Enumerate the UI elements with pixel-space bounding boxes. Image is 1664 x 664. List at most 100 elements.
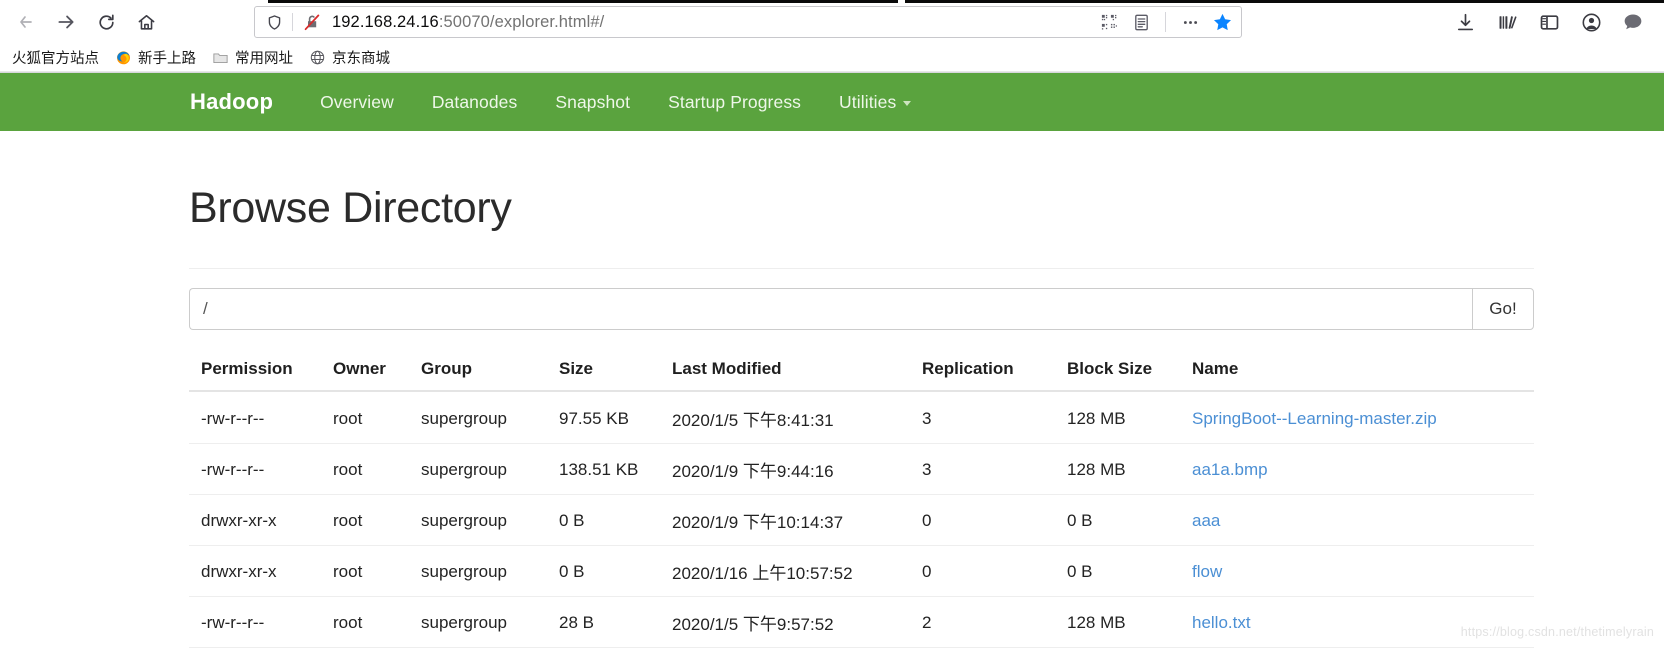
column-header-last-modified: Last Modified: [672, 359, 782, 378]
cell-replication: 2: [922, 596, 1067, 648]
globe-icon: [309, 49, 326, 66]
column-header-name: Name: [1192, 359, 1239, 378]
cell-size: 0 B: [559, 494, 672, 546]
tab-strip-edge-2: [905, 0, 1664, 3]
table-header-row: Permission Owner Group Size Last Modifie…: [189, 359, 1534, 391]
cell-name: flow: [1192, 545, 1534, 597]
cell-owner: root: [333, 494, 421, 546]
sidebar-icon[interactable]: [1534, 7, 1564, 37]
back-button[interactable]: [6, 5, 46, 39]
nav-item-utilities-label: Utilities: [839, 91, 897, 112]
firefox-icon: [115, 49, 132, 66]
forward-button[interactable]: [46, 5, 86, 39]
file-link[interactable]: flow: [1192, 562, 1222, 581]
table-row: drwxr-xr-x root supergroup 0 B 2020/1/9 下午10…: [189, 494, 1534, 546]
navigation-buttons: [6, 5, 166, 39]
bookmark-label: 火狐官方站点: [12, 51, 99, 67]
page-content: Browse Directory Go! Permission Owner Gr…: [0, 187, 1664, 648]
table-header: Permission Owner Group Size Last Modifie…: [189, 359, 1534, 391]
file-link[interactable]: aa1a.bmp: [1192, 460, 1268, 479]
cell-last-modified: 2020/1/5 下午8:41:31: [672, 391, 922, 444]
bookmark-item-0[interactable]: 火狐官方站点: [4, 45, 107, 70]
reader-view-icon[interactable]: [1126, 8, 1156, 36]
bookmark-item-1[interactable]: 新手上路: [107, 45, 204, 70]
page-actions-icon[interactable]: [1175, 8, 1205, 36]
cell-permission: -rw-r--r--: [189, 391, 333, 444]
qr-code-icon[interactable]: [1094, 8, 1124, 36]
file-link[interactable]: hello.txt: [1192, 613, 1251, 632]
path-input-group: Go!: [189, 288, 1534, 330]
title-divider: [189, 268, 1534, 269]
cell-group: supergroup: [421, 596, 559, 648]
cell-group: supergroup: [421, 494, 559, 546]
table-row: -rw-r--r-- root supergroup 138.51 KB 2020/1/…: [189, 443, 1534, 495]
url-bar[interactable]: 192.168.24.16:50070/explorer.html#/: [254, 6, 1242, 38]
cell-name: SpringBoot--Learning-master.zip: [1192, 391, 1534, 444]
cell-owner: root: [333, 443, 421, 495]
cell-group: supergroup: [421, 443, 559, 495]
bookmark-bar: 火狐官方站点 新手上路 常用网址 京东商城: [0, 44, 1664, 72]
bookmark-item-2[interactable]: 常用网址: [204, 45, 301, 70]
file-link[interactable]: aaa: [1192, 511, 1220, 530]
hadoop-navbar: Hadoop Overview Datanodes Snapshot Start…: [0, 73, 1664, 131]
bookmark-label: 新手上路: [138, 51, 196, 67]
cell-owner: root: [333, 545, 421, 597]
browser-toolbar: 192.168.24.16:50070/explorer.html#/: [0, 0, 1664, 44]
column-header-block-size: Block Size: [1067, 359, 1153, 378]
cell-block-size: 128 MB: [1067, 596, 1192, 648]
cell-owner: root: [333, 391, 421, 444]
cell-name: hello.txt: [1192, 596, 1534, 648]
home-button[interactable]: [126, 5, 166, 39]
downloads-icon[interactable]: [1450, 7, 1480, 37]
folder-icon: [212, 49, 229, 66]
shield-icon[interactable]: [264, 12, 284, 32]
cell-replication: 0: [922, 494, 1067, 546]
table-row: -rw-r--r-- root supergroup 97.55 KB 2020/1/5…: [189, 391, 1534, 444]
nav-item-overview[interactable]: Overview: [301, 92, 413, 113]
nav-item-startup-progress[interactable]: Startup Progress: [649, 92, 820, 113]
table-row: -rw-r--r-- root supergroup 28 B 2020/1/5 下午9…: [189, 596, 1534, 648]
cell-last-modified: 2020/1/16 上午10:57:52: [672, 545, 922, 597]
cell-size: 0 B: [559, 545, 672, 597]
cell-last-modified: 2020/1/9 下午10:14:37: [672, 494, 922, 546]
toolbar-right-icons: [1450, 7, 1652, 37]
library-icon[interactable]: [1492, 7, 1522, 37]
column-header-replication: Replication: [922, 359, 1014, 378]
go-button[interactable]: Go!: [1472, 288, 1534, 330]
cell-size: 138.51 KB: [559, 443, 672, 495]
account-icon[interactable]: [1576, 7, 1606, 37]
nav-item-utilities[interactable]: Utilities: [820, 92, 930, 113]
bookmark-item-3[interactable]: 京东商城: [301, 45, 398, 70]
cell-replication: 3: [922, 391, 1067, 444]
cell-block-size: 128 MB: [1067, 391, 1192, 444]
reload-button[interactable]: [86, 5, 126, 39]
url-path: :50070/explorer.html#/: [438, 12, 605, 31]
cell-owner: root: [333, 596, 421, 648]
urlbar-icon-divider: [1165, 12, 1166, 32]
cell-block-size: 0 B: [1067, 545, 1192, 597]
nav-item-snapshot[interactable]: Snapshot: [536, 92, 649, 113]
hadoop-brand[interactable]: Hadoop: [190, 89, 273, 115]
cell-size: 97.55 KB: [559, 391, 672, 444]
cell-last-modified: 2020/1/9 下午9:44:16: [672, 443, 922, 495]
chat-icon[interactable]: [1618, 7, 1648, 37]
file-link[interactable]: SpringBoot--Learning-master.zip: [1192, 409, 1437, 428]
broken-lock-icon[interactable]: [302, 12, 322, 32]
bookmark-label: 常用网址: [235, 51, 293, 67]
cell-permission: drwxr-xr-x: [189, 545, 333, 597]
urlbar-action-icons: [1094, 8, 1237, 36]
nav-item-datanodes[interactable]: Datanodes: [413, 92, 537, 113]
bookmark-label: 京东商城: [332, 51, 390, 67]
bookmark-star-icon[interactable]: [1207, 8, 1237, 36]
table-body: -rw-r--r-- root supergroup 97.55 KB 2020/1/5…: [189, 391, 1534, 648]
cell-block-size: 128 MB: [1067, 443, 1192, 495]
cell-replication: 3: [922, 443, 1067, 495]
path-input[interactable]: [189, 288, 1472, 330]
cell-name: aa1a.bmp: [1192, 443, 1534, 495]
browser-chrome: 192.168.24.16:50070/explorer.html#/ 火狐官方…: [0, 0, 1664, 73]
content-container: Browse Directory Go! Permission Owner Gr…: [189, 187, 1534, 648]
tab-strip-edge: [268, 0, 898, 3]
column-header-size: Size: [559, 359, 594, 378]
url-text[interactable]: 192.168.24.16:50070/explorer.html#/: [332, 13, 1094, 32]
cell-name: aaa: [1192, 494, 1534, 546]
